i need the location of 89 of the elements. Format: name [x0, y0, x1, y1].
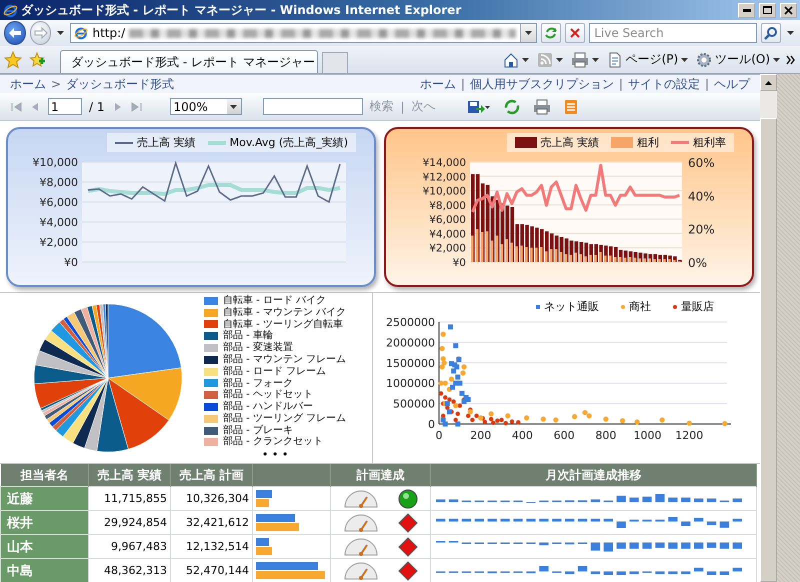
- axis-label: 20%: [688, 222, 715, 237]
- zoom-select[interactable]: 100%: [170, 98, 242, 115]
- tools-menu-button[interactable]: ツール(O): [694, 51, 782, 68]
- legend-label: 量販店: [681, 299, 714, 314]
- legend-label: 粗利: [637, 135, 659, 150]
- table-cell: 山本: [0, 534, 88, 558]
- site-link[interactable]: サイトの設定: [628, 76, 700, 92]
- axis-label: ¥14,000: [422, 157, 466, 169]
- legend-label: 部品 - ツーリング フレーム: [223, 412, 346, 424]
- axis-label: 40%: [688, 189, 715, 204]
- table-cell: 11,715,855: [88, 486, 170, 510]
- legend-label: 自転車 - ロード バイク: [223, 294, 326, 306]
- axis-label: ¥0: [452, 257, 466, 269]
- browser-tab[interactable]: ダッシュボード形式 - レポート マネージャー: [60, 50, 318, 73]
- axis-label: ¥10,000: [422, 186, 466, 198]
- axis-label: ¥8,000: [40, 176, 78, 189]
- axis-label: ¥6,000: [40, 196, 78, 209]
- more-indicator: • • •: [262, 449, 288, 462]
- page-count: / 1: [89, 100, 104, 114]
- axis-label: 0%: [688, 256, 708, 270]
- legend-label: 部品 - クランクセット: [223, 436, 323, 448]
- search-field[interactable]: Live Search: [589, 23, 758, 43]
- table-cell: 近藤: [0, 486, 88, 510]
- table-cell: 32,421,612: [170, 510, 252, 534]
- table-cell: 中島: [0, 558, 88, 582]
- legend-label: 部品 - フォーク: [223, 378, 293, 388]
- axis-label: 0: [436, 429, 442, 442]
- axis-label: ¥0: [64, 256, 78, 269]
- url-text: http:/: [92, 26, 126, 40]
- axis-label: ¥10,000: [32, 156, 78, 169]
- axis-label: 60%: [688, 156, 715, 170]
- axis-label: ¥6,000: [429, 214, 466, 226]
- table-cell: 9,967,483: [88, 534, 170, 558]
- legend-label: 部品 - 変速装置: [223, 342, 293, 354]
- legend-label: 部品 - ロード フレーム: [223, 366, 326, 378]
- link-separator: |: [460, 77, 465, 91]
- site-link[interactable]: 個人用サブスクリプション: [470, 76, 614, 92]
- axis-label: 2000000: [386, 336, 435, 350]
- table-cell: 10,326,304: [170, 486, 252, 510]
- column-header: 月次計画達成推移: [430, 464, 756, 486]
- breadcrumb-link[interactable]: ホーム: [10, 76, 46, 92]
- table-cell: 桜井: [0, 510, 88, 534]
- axis-label: ¥2,000: [429, 242, 466, 255]
- column-header: 売上高 計画: [170, 464, 252, 486]
- axis-label: 1200: [675, 429, 704, 442]
- legend-label: 部品 - マウンテン フレーム: [223, 354, 346, 366]
- page-menu-button[interactable]: ページ(P): [604, 51, 690, 68]
- axis-label: 2500000: [386, 316, 435, 329]
- legend-label: 部品 - 車輪: [223, 330, 273, 342]
- breadcrumb-link[interactable]: ダッシュボード形式: [66, 76, 174, 92]
- column-header: 計画達成: [330, 464, 430, 486]
- link-separator: |: [704, 77, 709, 91]
- legend-label: 部品 - ヘッドセット: [223, 389, 313, 400]
- legend-label: 売上高 実績: [540, 135, 599, 150]
- axis-label: 500000: [393, 398, 435, 411]
- legend-label: 粗利率: [693, 135, 726, 150]
- breadcrumb-separator: >: [51, 77, 62, 91]
- legend-label: 部品 - ハンドルバー: [223, 401, 313, 412]
- legend-label: 自転車 - マウンテン バイク: [223, 306, 346, 318]
- legend-label: 売上高 実績: [137, 135, 196, 150]
- axis-label: ¥2,000: [40, 236, 78, 249]
- axis-label: 0: [428, 418, 435, 431]
- axis-label: 1000: [634, 429, 662, 442]
- link-separator: |: [618, 77, 623, 91]
- axis-label: 1000000: [386, 377, 435, 390]
- address-field[interactable]: http:/: [70, 23, 538, 43]
- axis-label: 800: [595, 429, 616, 442]
- legend-label: 自転車 - ツーリング自転車: [223, 318, 343, 330]
- table-cell: 12,132,514: [170, 534, 252, 558]
- axis-label: 400: [512, 429, 533, 442]
- legend-label: ネット通販: [544, 299, 599, 314]
- table-cell: 29,924,854: [88, 510, 170, 534]
- axis-label: 600: [554, 429, 575, 442]
- legend-label: 商社: [629, 299, 651, 314]
- axis-label: ¥8,000: [429, 200, 466, 212]
- axis-label: 1500000: [386, 356, 435, 370]
- page-field[interactable]: 1: [48, 98, 82, 115]
- column-header: 売上高 実績: [88, 464, 170, 486]
- window-title: ダッシュボード形式 - レポート マネージャー - Windows Internet Explorer: [21, 2, 462, 18]
- legend-label: Mov.Avg (売上高_実績): [230, 135, 348, 150]
- axis-label: 200: [470, 429, 492, 442]
- column-header: 担当者名: [0, 464, 88, 486]
- action-separator: |: [400, 100, 405, 114]
- site-link[interactable]: ヘルプ: [714, 76, 750, 92]
- axis-label: ¥12,000: [422, 171, 466, 184]
- axis-label: ¥4,000: [40, 216, 78, 229]
- legend-label: 部品 - ブレーキ: [223, 424, 293, 436]
- axis-label: ¥4,000: [429, 228, 466, 240]
- site-link[interactable]: ホーム: [420, 76, 456, 92]
